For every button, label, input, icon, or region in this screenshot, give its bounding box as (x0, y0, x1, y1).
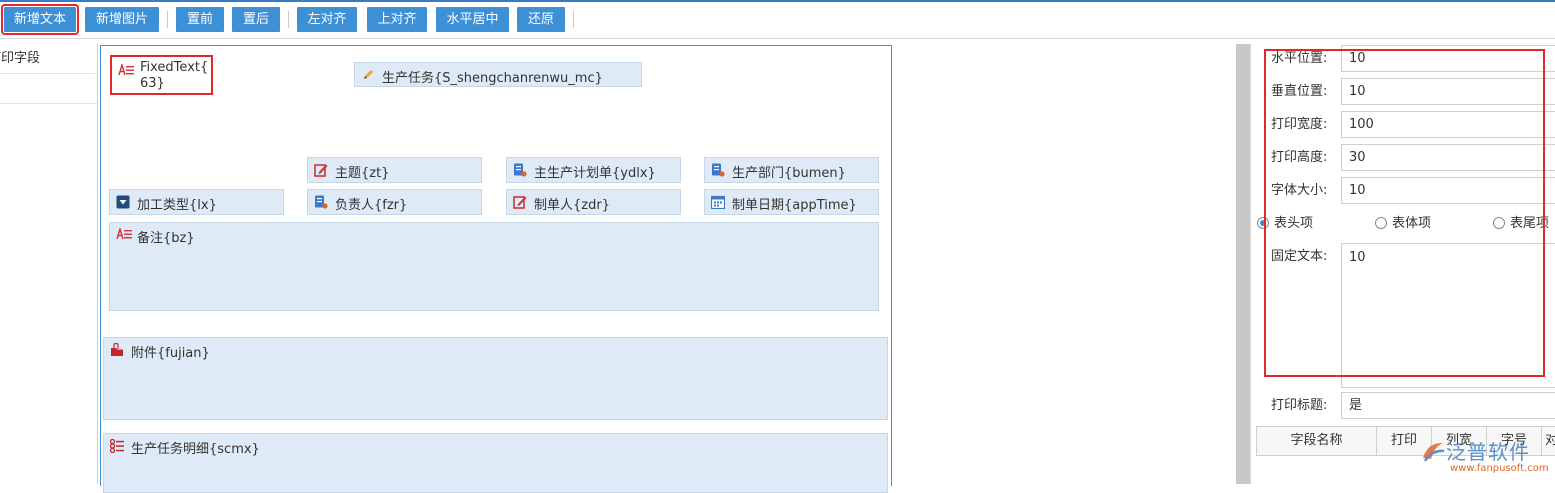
field-remark[interactable]: 备注{bz} (109, 222, 879, 311)
field-production-task[interactable]: 生产任务{S_shengchanrenwu_mc} (354, 62, 642, 87)
radio-unselected-icon (1493, 217, 1505, 229)
fixed-text-highlight[interactable]: FixedText{ 63} (110, 55, 213, 95)
brand-url: www.fanpusoft.com (1450, 463, 1549, 474)
field-task-detail-label: 生产任务明细{scmx} (131, 442, 260, 457)
field-process-type-label: 加工类型{lx} (137, 198, 217, 213)
document-user-icon (514, 163, 527, 177)
field-list-item[interactable]: } (0, 74, 97, 104)
field-create-date-label: 制单日期{appTime} (732, 198, 857, 213)
property-panel: 水平位置: 10 垂直位置: 10 打印宽度: 100 打印高度: 30 字体大… (1250, 44, 1555, 484)
print-width-input[interactable]: 100 (1341, 111, 1555, 138)
text-lines-icon (118, 64, 134, 76)
radio-unselected-icon (1375, 217, 1387, 229)
field-creator[interactable]: 制单人{zdr} (506, 189, 681, 215)
restore-button[interactable]: 还原 (517, 7, 565, 32)
field-production-task-label: 生产任务{S_shengchanrenwu_mc} (382, 71, 603, 86)
h-pos-input[interactable]: 10 (1341, 45, 1555, 72)
bring-front-button[interactable]: 置前 (176, 7, 224, 32)
font-size-label: 字体大小: (1271, 183, 1328, 198)
print-height-input[interactable]: 30 (1341, 144, 1555, 171)
align-top-button[interactable]: 上对齐 (367, 7, 427, 32)
brand-logo-icon (1423, 442, 1445, 462)
print-height-label: 打印高度: (1271, 150, 1328, 165)
toolbar-separator (167, 11, 168, 28)
add-image-button[interactable]: 新增图片 (85, 7, 159, 32)
field-attachment[interactable]: 附件{fujian} (103, 337, 888, 420)
v-pos-input[interactable]: 10 (1341, 78, 1555, 105)
center-horizontal-button[interactable]: 水平居中 (436, 7, 509, 32)
field-master-plan[interactable]: 主生产计划单{ydlx} (506, 157, 681, 183)
grid-col-field-name[interactable]: 字段名称 (1257, 427, 1377, 455)
dropdown-icon (116, 195, 130, 209)
fixed-text-textarea[interactable]: 10 (1341, 243, 1555, 388)
print-width-label: 打印宽度: (1271, 117, 1328, 132)
field-subject[interactable]: 主题{zt} (307, 157, 482, 183)
print-field-list: 打印字段 } (0, 44, 98, 484)
document-user-icon (712, 163, 725, 177)
field-remark-label: 备注{bz} (137, 231, 195, 246)
field-creator-label: 制单人{zdr} (534, 198, 610, 213)
attachment-folder-icon (111, 343, 123, 356)
calendar-icon (711, 195, 725, 209)
field-owner[interactable]: 负责人{fzr} (307, 189, 482, 215)
edit-icon (314, 164, 328, 177)
text-lines-icon (116, 228, 132, 240)
document-user-icon (315, 195, 328, 209)
list-icon (110, 439, 124, 453)
panel-splitter[interactable] (1236, 44, 1250, 484)
radio-selected-icon (1257, 217, 1269, 229)
send-back-button[interactable]: 置后 (232, 7, 280, 32)
toolbar-separator (288, 11, 289, 28)
radio-footer-label: 表尾项 (1510, 216, 1550, 231)
field-master-plan-label: 主生产计划单{ydlx} (534, 166, 656, 181)
v-pos-label: 垂直位置: (1271, 84, 1328, 99)
toolbar-top-border (0, 0, 1555, 2)
print-title-label: 打印标题: (1271, 398, 1328, 413)
brand-name: 泛普软件 (1446, 440, 1530, 464)
radio-body-item[interactable]: 表体项 (1375, 214, 1431, 234)
field-task-detail[interactable]: 生产任务明细{scmx} (103, 433, 888, 493)
fixed-text-label: 固定文本: (1271, 249, 1328, 264)
field-list-header: 打印字段 (0, 44, 97, 74)
toolbar-separator (573, 11, 574, 28)
field-process-type[interactable]: 加工类型{lx} (109, 189, 284, 215)
field-production-dept-label: 生产部门{bumen} (732, 166, 846, 181)
fixed-text-label-line1: FixedText{ (140, 60, 209, 75)
field-production-dept[interactable]: 生产部门{bumen} (704, 157, 879, 183)
toolbar: 新增文本 新增图片 置前 置后 左对齐 上对齐 水平居中 还原 (0, 0, 1555, 39)
field-list-header-label: 打印字段 (0, 51, 41, 66)
field-subject-label: 主题{zt} (335, 166, 390, 181)
radio-body-label: 表体项 (1392, 216, 1432, 231)
field-attachment-label: 附件{fujian} (131, 346, 210, 361)
radio-header-item[interactable]: 表头项 (1257, 214, 1313, 234)
h-pos-label: 水平位置: (1271, 51, 1328, 66)
edit-icon (513, 196, 527, 209)
pencil-icon (364, 70, 373, 79)
fixed-text-label-line2: 63} (140, 76, 165, 91)
radio-header-label: 表头项 (1274, 216, 1314, 231)
brand-watermark: 泛普软件 www.fanpusoft.com (1420, 436, 1555, 484)
font-size-input[interactable]: 10 (1341, 177, 1555, 204)
align-left-button[interactable]: 左对齐 (297, 7, 357, 32)
field-create-date[interactable]: 制单日期{appTime} (704, 189, 879, 215)
add-text-button[interactable]: 新增文本 (1, 4, 79, 35)
print-design-canvas[interactable]: FixedText{ 63} 生产任务{S_shengchanrenwu_mc}… (100, 45, 892, 493)
field-owner-label: 负责人{fzr} (335, 198, 408, 213)
radio-footer-item[interactable]: 表尾项 (1493, 214, 1549, 234)
print-title-select[interactable]: 是 (1341, 392, 1555, 419)
